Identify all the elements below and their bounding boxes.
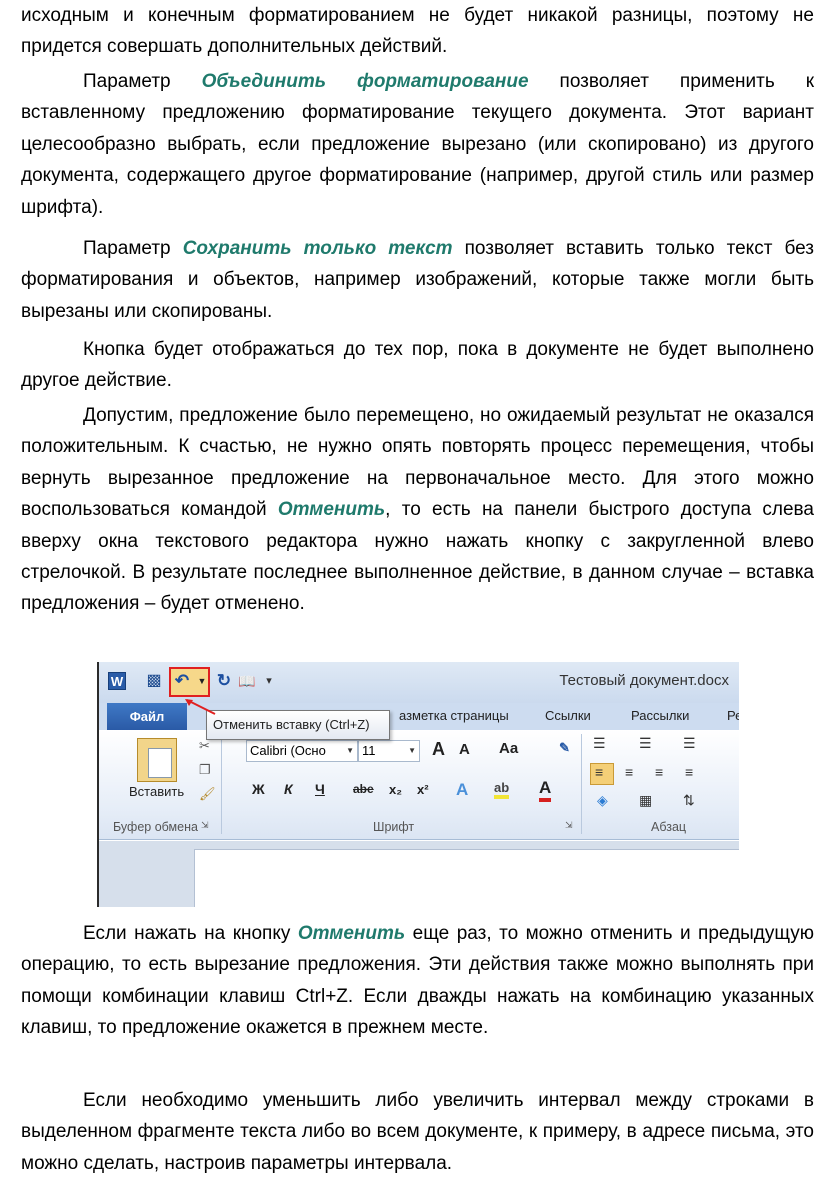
font-name-value: Calibri (Осно	[250, 743, 326, 758]
shrink-font-button[interactable]: A	[459, 741, 470, 758]
italic-button[interactable]: К	[284, 781, 293, 797]
group-divider	[221, 734, 222, 834]
grow-font-button[interactable]: A	[432, 739, 445, 760]
paragraph-merge-formatting: Параметр Объединить форматирование позво…	[21, 66, 814, 223]
font-color-icon[interactable]: A	[539, 778, 552, 802]
font-size-select[interactable]: 11 ▼	[358, 740, 420, 762]
group-label-clipboard: Буфер обмена	[113, 820, 198, 834]
customize-toolbar-icon[interactable]: ▾	[260, 672, 278, 690]
align-center-icon[interactable]: ≡	[625, 764, 633, 780]
chevron-down-icon: ▼	[346, 746, 354, 755]
save-icon[interactable]: ▩	[145, 672, 163, 690]
redo-icon[interactable]: ↻	[215, 672, 233, 690]
paragraph-text: Параметр	[83, 71, 202, 92]
copy-icon[interactable]: ❐	[199, 762, 211, 778]
paragraph-text: позволяет применить к вставленному предл…	[21, 71, 815, 218]
tab-mailings[interactable]: Рассылки	[631, 708, 689, 723]
bullets-icon[interactable]: ☰	[593, 735, 606, 752]
keyword-keep-text-only: Сохранить только текст	[182, 238, 453, 259]
underline-button[interactable]: Ч	[315, 781, 325, 797]
window-title: Тестовый документ.docx	[559, 672, 729, 689]
paragraph-undo-again: Если нажать на кнопку Отменить еще раз, …	[21, 918, 814, 1044]
group-label-font: Шрифт	[373, 820, 415, 834]
paragraph-undo: Допустим, предложение было перемещено, н…	[21, 400, 814, 620]
group-label-paragraph: Абзац	[651, 820, 687, 834]
tab-file[interactable]: Файл	[107, 703, 187, 730]
align-right-icon[interactable]: ≡	[655, 764, 663, 780]
paragraph-text: исходным и конечным форматированием не б…	[21, 5, 814, 58]
paragraph-button-visible: Кнопка будет отображаться до тех пор, по…	[21, 334, 814, 397]
font-size-value: 11	[362, 743, 376, 758]
highlight-icon[interactable]: ab	[494, 780, 510, 799]
change-case-button[interactable]: Aa	[499, 740, 518, 757]
bold-button[interactable]: Ж	[252, 781, 265, 797]
tab-page-layout[interactable]: азметка страницы	[399, 708, 509, 723]
subscript-button[interactable]: x₂	[389, 782, 402, 797]
dialog-launcher-icon[interactable]: ⇲	[565, 820, 573, 831]
numbering-icon[interactable]: ☰	[639, 735, 652, 752]
font-name-select[interactable]: Calibri (Осно ▼	[246, 740, 358, 762]
book-icon[interactable]: 📖	[238, 672, 256, 690]
paragraph-keep-text-only: Параметр Сохранить только текст позволяе…	[21, 233, 814, 327]
chevron-down-icon: ▼	[408, 746, 416, 755]
undo-tooltip: Отменить вставку (Ctrl+Z)	[206, 710, 390, 740]
keyword-undo: Отменить	[277, 499, 386, 521]
cut-icon[interactable]: ✂	[199, 738, 210, 754]
word-logo-icon: W	[108, 672, 126, 690]
format-painter-icon[interactable]: 🖌	[199, 786, 216, 802]
undo-icon[interactable]: ↶	[173, 672, 191, 690]
pointer-arrow	[185, 699, 216, 715]
paragraph-text: Кнопка будет отображаться до тех пор, по…	[21, 339, 814, 392]
clear-formatting-icon[interactable]: ✎	[559, 740, 570, 756]
paragraph-1: исходным и конечным форматированием не б…	[21, 0, 814, 63]
paste-icon[interactable]	[137, 738, 177, 782]
paragraph-text: Если нажать на кнопку	[83, 923, 298, 944]
justify-icon[interactable]: ≡	[685, 764, 693, 780]
word-ribbon-screenshot: W ▩ ↶ ▼ ↻ 📖 ▾ Тестовый документ.docx Фай…	[97, 662, 739, 907]
shading-icon[interactable]: ◈	[597, 792, 608, 809]
ribbon-home: Вставить ✂ ❐ 🖌 Буфер обмена Calibri (Осн…	[99, 730, 739, 840]
tab-review[interactable]: Ре	[727, 708, 739, 723]
document-canvas[interactable]	[194, 849, 739, 907]
paste-button[interactable]: Вставить	[129, 784, 184, 799]
keyword-undo: Отменить	[297, 923, 406, 944]
chevron-down-icon[interactable]: ▼	[193, 672, 211, 690]
sort-icon[interactable]: ⇅	[683, 792, 695, 809]
text-effects-icon[interactable]: A	[456, 780, 468, 800]
strikethrough-button[interactable]: abe	[353, 782, 374, 796]
group-divider	[581, 734, 582, 834]
align-left-icon: ≡	[595, 764, 604, 780]
keyword-merge-formatting: Объединить форматирование	[201, 71, 529, 92]
paragraph-text: Если необходимо уменьшить либо увеличить…	[21, 1090, 814, 1174]
tab-references[interactable]: Ссылки	[545, 708, 591, 723]
paragraph-text: Параметр	[83, 238, 183, 259]
paragraph-line-spacing: Если необходимо уменьшить либо увеличить…	[21, 1085, 814, 1179]
dialog-launcher-icon[interactable]: ⇲	[201, 820, 209, 831]
superscript-button[interactable]: x²	[417, 782, 429, 797]
document-page: исходным и конечным форматированием не б…	[0, 0, 816, 1182]
multilevel-list-icon[interactable]: ☰	[683, 735, 696, 752]
borders-icon[interactable]: ▦	[639, 792, 652, 809]
